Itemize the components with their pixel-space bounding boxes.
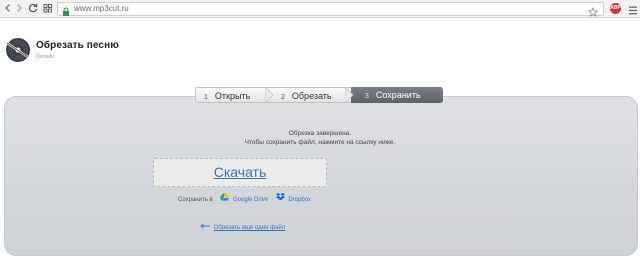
google-drive-icon[interactable] (220, 193, 230, 205)
secure-lock-icon (62, 4, 70, 22)
adblock-extension-icon[interactable]: ABP (610, 3, 621, 14)
instruction-message: Чтобы сохранить файл, нажмите на ссылку … (244, 139, 396, 146)
bookmark-star-icon[interactable] (587, 4, 599, 22)
step-indicator: 1 Открыть 2 Обрезать 3 Сохранить (195, 87, 443, 103)
step-label: Открыть (214, 91, 251, 101)
download-link[interactable]: Скачать (214, 159, 267, 186)
step-save-active[interactable]: 3 Сохранить (351, 87, 443, 103)
step-label: Сохранить (375, 90, 421, 100)
page-subtitle: Онлайн (36, 54, 54, 60)
cut-another-row: Обрезать еще один файл (200, 223, 285, 232)
download-box: Скачать (153, 158, 327, 187)
address-bar[interactable]: www.mp3cut.ru (57, 2, 604, 17)
apps-grid-icon[interactable] (42, 2, 54, 14)
url-text: www.mp3cut.ru (74, 4, 129, 13)
browser-menu-icon[interactable] (628, 3, 638, 21)
forward-arrow-icon[interactable] (13, 2, 25, 14)
dropbox-link[interactable]: Dropbox (288, 196, 311, 205)
step-number: 3 (365, 93, 369, 100)
step-separator-icon (345, 87, 354, 103)
completion-message: Обрезка завершена. (288, 130, 352, 137)
step-number: 2 (281, 94, 285, 101)
dropbox-icon[interactable] (275, 193, 285, 205)
step-label: Обрезать (291, 91, 332, 101)
step-separator-icon (265, 87, 274, 103)
save-to-label: Сохранить в (178, 196, 213, 203)
vinyl-scissors-logo-icon[interactable] (4, 36, 32, 69)
page-title: Обрезать песню (36, 40, 119, 51)
reload-icon[interactable] (27, 2, 39, 14)
step-number: 1 (204, 94, 208, 101)
save-to-row: Сохранить в Google Drive Dropbox (178, 193, 317, 205)
browser-toolbar: www.mp3cut.ru ABP (0, 0, 640, 18)
google-drive-link[interactable]: Google Drive (233, 196, 268, 205)
step-open[interactable]: 1 Открыть (195, 87, 275, 103)
cut-another-file-link[interactable]: Обрезать еще один файл (214, 225, 286, 231)
arrow-left-icon (200, 223, 210, 233)
step-cut[interactable]: 2 Обрезать (273, 87, 353, 103)
